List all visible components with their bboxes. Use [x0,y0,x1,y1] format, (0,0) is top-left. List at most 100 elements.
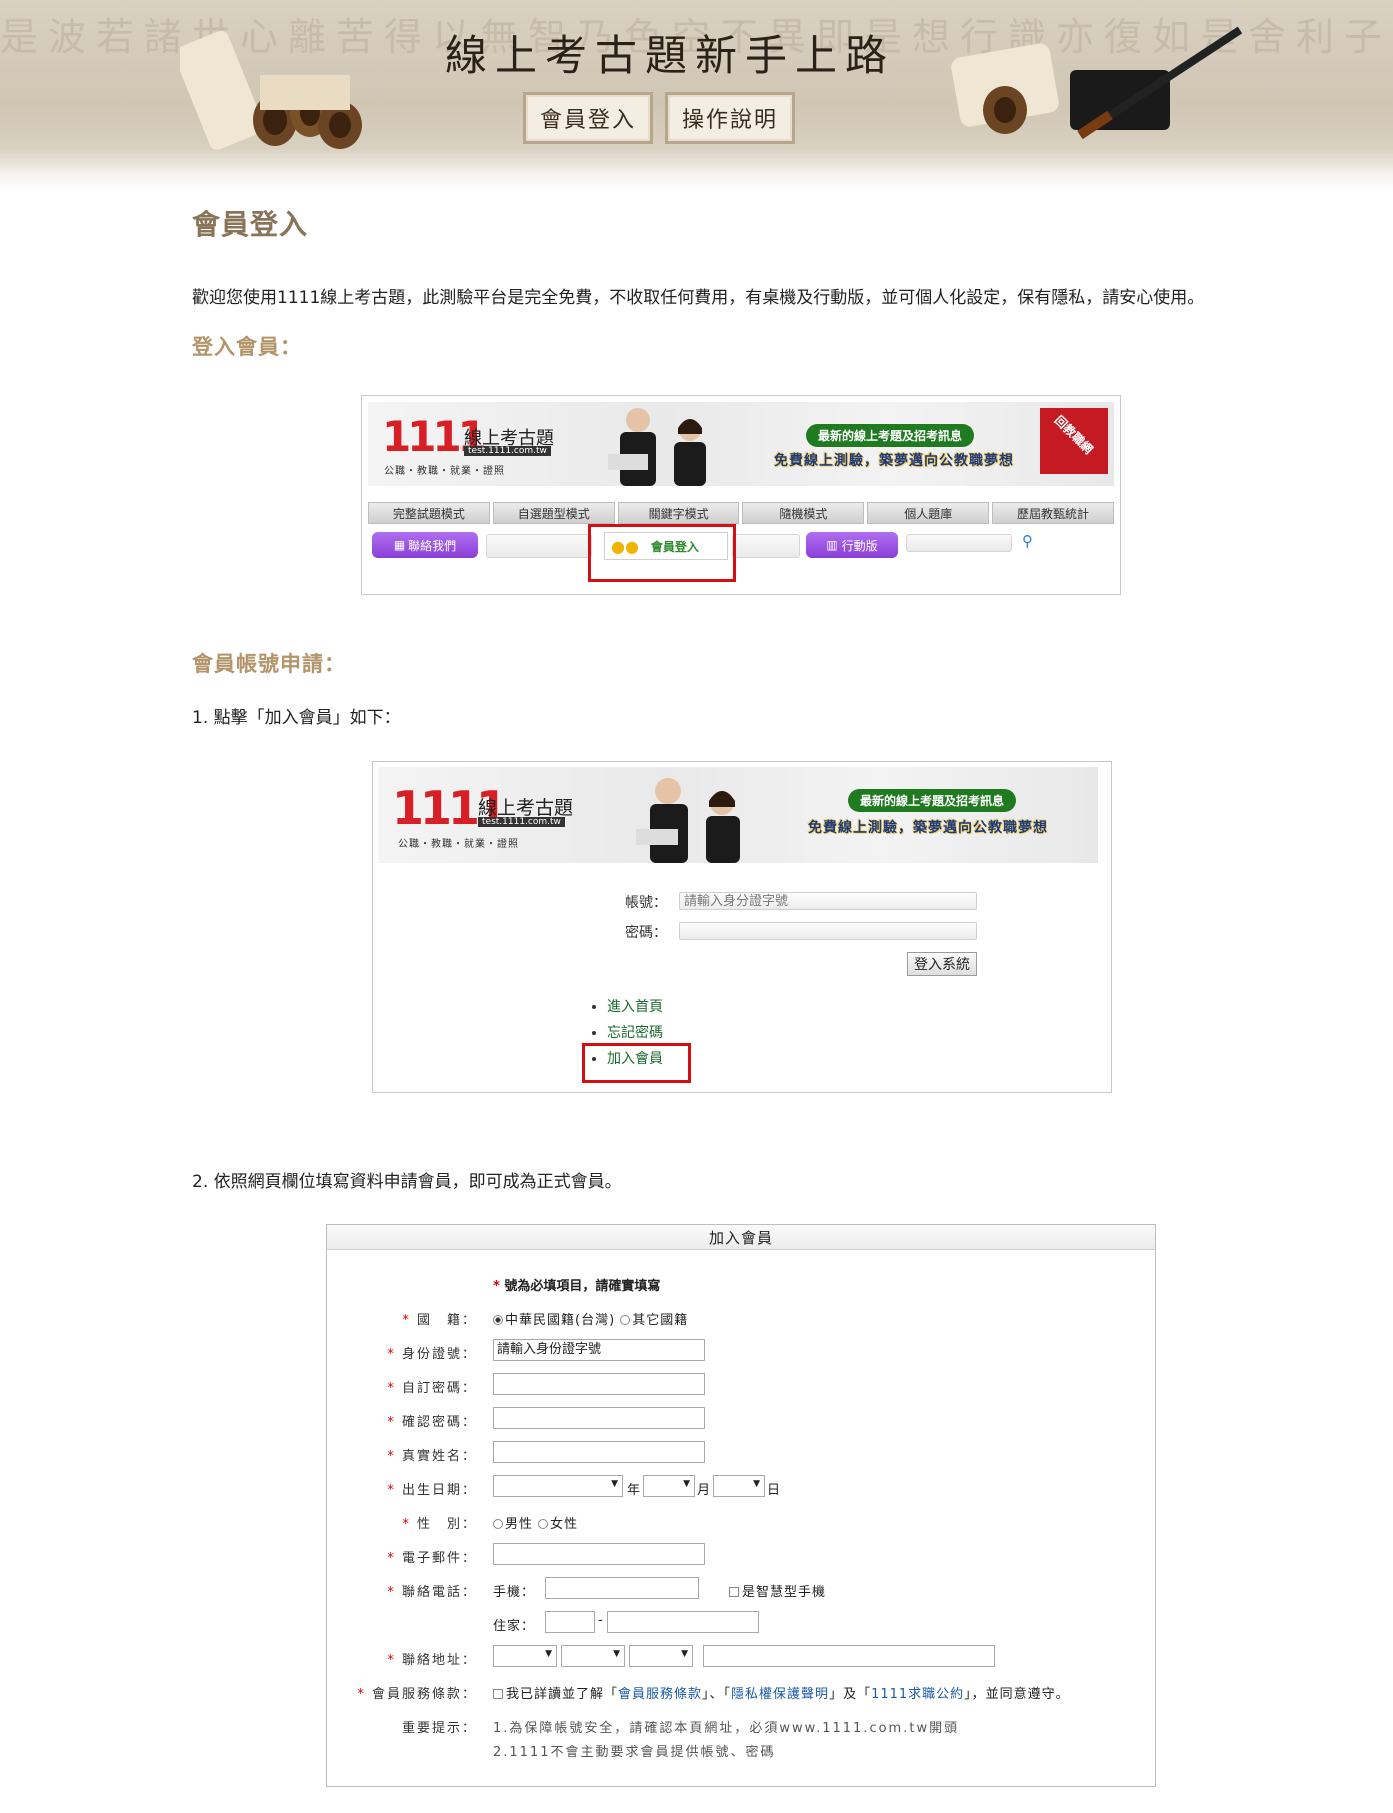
radio-male[interactable] [493,1519,503,1529]
page-title: 會員登入 [192,208,309,241]
highlight-box [582,1043,691,1083]
radio-other[interactable] [620,1315,631,1325]
smartphone-checkbox[interactable] [729,1587,739,1597]
zipcode-select[interactable] [629,1645,693,1667]
password-label: 密碼： [625,925,667,941]
terms-mid2: 」及「 [829,1687,872,1702]
tab-custom-type[interactable]: 自選題型模式 [492,502,615,524]
toolbar-bar [732,534,800,558]
required-star: * [387,1347,396,1362]
operation-manual-button[interactable]: 操作說明 [665,92,795,144]
search-icon[interactable]: ⚲ [1022,532,1033,550]
id-input[interactable]: 請輸入身份證字號 [493,1339,705,1361]
mobile-version-button[interactable]: ▥ 行動版 [806,532,898,558]
slogan: 免費線上測驗，築夢邁向公教職夢想 [808,820,1048,836]
terms-agreement: 我已詳讀並了解「會員服務條款」、「隱私權保護聲明」及「1111求職公約」，並同意… [493,1683,1070,1702]
password-label-text: 自訂密碼： [401,1381,477,1396]
slogan: 免費線上測驗，築夢邁向公教職夢想 [774,453,1014,469]
required-star: * [387,1551,396,1566]
job-convention-link[interactable]: 1111求職公約 [871,1687,964,1702]
business-people-image [608,408,706,486]
step-2-text: 2. 依照網頁欄位填寫資料申請會員，即可成為正式會員。 [192,1172,622,1192]
service-terms-link[interactable]: 會員服務條款 [618,1687,702,1702]
logo-subtitle: 公職・教職・就業・證照 [384,466,505,477]
phone-label: * 聯絡電話： [327,1581,477,1600]
required-note-text: 號為必填項目，請確實填寫 [504,1279,661,1294]
smartphone-option: 是智慧型手機 [729,1581,826,1600]
required-star: * [387,1415,396,1430]
account-label: 帳號： [625,895,667,911]
contact-us-button[interactable]: ▦ 聯絡我們 [372,532,478,558]
day-select[interactable] [713,1475,765,1497]
year-text: 年 [627,1483,642,1498]
mode-tabs: 完整試題模式 自選題型模式 關鍵字模式 隨機模式 個人題庫 歷屆教甄統計 [368,502,1114,524]
terms-checkbox[interactable] [493,1689,503,1699]
terms-suffix: 」，並同意遵守。 [964,1687,1070,1702]
id-label: * 身份證號： [327,1343,477,1362]
join-member-form: 加入會員 * 號為必填項目，請確實填寫 * 國 籍： 中華民國籍(台灣) 其它國… [326,1224,1156,1787]
news-pill: 最新的線上考題及招考訊息 [848,789,1017,812]
required-star: * [387,1381,396,1396]
month-select[interactable] [643,1475,695,1497]
brand-strip: 1111 線上考古題 test.1111.com.tw 公職・教職・就業・證照 … [378,767,1098,863]
phone-dash: - [598,1613,604,1628]
password-input[interactable] [493,1373,705,1395]
area-code-input[interactable] [545,1611,595,1633]
address-input[interactable] [703,1645,995,1667]
step-1-text: 1. 點擊「加入會員」如下： [192,708,401,728]
address-label-text: 聯絡地址： [401,1653,477,1668]
nationality-label-text: 國 籍： [416,1313,477,1328]
gender-options: 男性 女性 [493,1513,578,1532]
notice-label: 重要提示： [401,1721,477,1736]
logo-url: test.1111.com.tw [464,446,551,456]
forgot-password-link[interactable]: 忘記密碼 [607,1025,663,1041]
tab-personal-bank[interactable]: 個人題庫 [867,502,990,524]
city-select[interactable] [493,1645,557,1667]
radio-taiwan[interactable] [493,1315,503,1325]
phone-icon: ▥ [826,538,838,552]
logo-name: 線上考古題 [478,797,574,819]
required-star: * [493,1279,500,1294]
confirm-password-input[interactable] [493,1407,705,1429]
tab-full-exam[interactable]: 完整試題模式 [368,502,490,524]
tab-keyword[interactable]: 關鍵字模式 [617,502,740,524]
business-people-image [636,778,740,863]
return-ribbon[interactable]: 回教職網 [1040,408,1108,474]
list-item: 進入首頁 [607,994,663,1020]
email-input[interactable] [493,1543,705,1565]
mobile-input[interactable] [545,1577,699,1599]
header-banner: 是波若諸世心離苦得以無智乃色空不異即是想行識亦復如是舍利子諸法空相不生不滅是故空… [0,0,1393,190]
year-select[interactable] [493,1475,623,1497]
confirm-label-text: 確認密碼： [401,1415,477,1430]
scrolls-illustration-left [180,30,362,150]
login-system-button[interactable]: 登入系統 [907,952,977,976]
birthday-label-text: 出生日期： [401,1483,477,1498]
password-input[interactable] [679,922,977,940]
banner-title: 線上考古題新手上路 [444,31,895,80]
logo-url: test.1111.com.tw [478,817,565,827]
real-name-input[interactable] [493,1441,705,1463]
gender-male: 男性 [505,1517,534,1532]
required-star: * [387,1585,396,1600]
privacy-link[interactable]: 隱私權保護聲明 [731,1687,829,1702]
tab-statistics[interactable]: 歷屆教甄統計 [992,502,1114,524]
join-member-screenshot: 1111 線上考古題 test.1111.com.tw 公職・教職・就業・證照 … [372,761,1112,1093]
home-phone-input[interactable] [607,1611,759,1633]
home-link[interactable]: 進入首頁 [607,999,663,1015]
required-star: * [357,1687,366,1702]
nationality-options: 中華民國籍(台灣) 其它國籍 [493,1309,688,1328]
search-input[interactable] [906,534,1012,552]
highlight-box [588,524,736,582]
district-select[interactable] [561,1645,625,1667]
nationality-taiwan: 中華民國籍(台灣) [505,1313,616,1328]
member-login-button[interactable]: 會員登入 [523,92,653,144]
terms-prefix: 我已詳讀並了解「 [506,1687,619,1702]
radio-female[interactable] [538,1519,549,1529]
mobile-label: 行動版 [841,538,878,553]
account-input[interactable]: 請輸入身分證字號 [679,892,977,910]
tab-random[interactable]: 隨機模式 [742,502,865,524]
brand-strip: 1111 線上考古題 test.1111.com.tw 公職・教職・就業・證照 … [368,402,1114,486]
section-apply-heading: 會員帳號申請： [192,652,346,676]
id-label-text: 身份證號： [401,1347,477,1362]
email-label: * 電子郵件： [327,1547,477,1566]
